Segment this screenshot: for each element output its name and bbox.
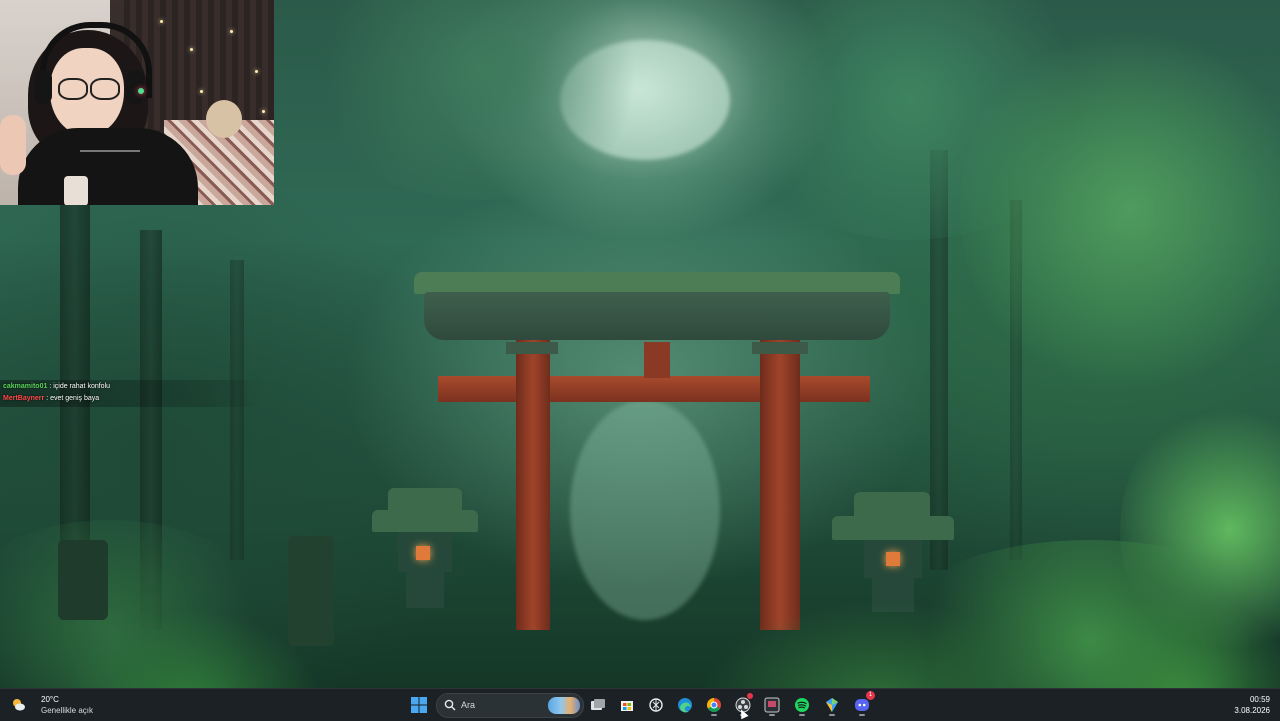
active-indicator: [859, 714, 865, 716]
search-placeholder: Ara: [461, 700, 476, 710]
discord-badge: 1: [866, 691, 875, 700]
search-icon: [444, 699, 456, 711]
weather-widget[interactable]: 20°C Genellikle açık: [8, 692, 118, 718]
clock-time: 00:59: [1249, 695, 1270, 704]
cup: [64, 176, 88, 205]
weather-description: Genellikle açık: [41, 706, 94, 715]
bluestacks-icon: [826, 698, 838, 712]
torii-moss-roof: [414, 272, 900, 294]
bluestacks-button[interactable]: [820, 693, 844, 717]
torii-nuki: [438, 376, 870, 402]
tree-canopy: [300, 0, 660, 200]
edge-icon: [678, 698, 692, 713]
chat-message: cakmamito01 : içide rahat konfolu: [0, 381, 266, 393]
torii-pillar-right: [760, 340, 800, 630]
spotify-button[interactable]: [790, 693, 814, 717]
chrome-icon: [707, 698, 721, 712]
torii-pillar-left: [516, 340, 550, 630]
chat-username: cakmamito01: [3, 383, 48, 390]
chat-text: : evet geniş baya: [46, 395, 100, 402]
active-indicator: [829, 714, 835, 716]
tree-canopy: [960, 20, 1280, 400]
partly-sunny-icon: [13, 699, 25, 711]
stone-lantern-left: [372, 488, 478, 608]
streamer-shirt: [18, 128, 198, 205]
torii-gakuzuka: [644, 342, 670, 378]
app-button[interactable]: [760, 693, 784, 717]
notification-dot: [747, 693, 753, 699]
task-view-button[interactable]: [586, 693, 610, 717]
fog-path: [570, 400, 720, 620]
chrome-button[interactable]: [702, 693, 726, 717]
windows-logo-icon: [411, 697, 427, 713]
start-button[interactable]: [407, 693, 431, 717]
torii-pillar-cap: [506, 342, 558, 354]
active-indicator: [769, 714, 775, 716]
chat-text: : içide rahat konfolu: [49, 383, 111, 390]
active-indicator: [711, 714, 717, 716]
chat-username: MertBaynerr: [3, 395, 45, 402]
weather-temperature: 20°C: [41, 695, 59, 704]
discord-button[interactable]: 1: [850, 691, 875, 717]
torii-kasagi: [424, 292, 890, 340]
tree-stump: [58, 540, 108, 620]
chat-overlay: cakmamito01 : içide rahat konfolu MertBa…: [0, 380, 266, 407]
teddy-bear: [206, 100, 242, 138]
stone-lantern-right: [832, 492, 954, 612]
clock-date: 3.08.2026: [1234, 706, 1270, 715]
spotify-icon: [795, 698, 809, 712]
torii-pillar-cap: [752, 342, 808, 354]
chatgpt-button[interactable]: [644, 693, 668, 717]
edge-button[interactable]: [673, 693, 697, 717]
system-clock[interactable]: 00:59 3.08.2026: [1234, 694, 1270, 716]
webcam-overlay: [0, 0, 274, 205]
openai-icon: [649, 698, 663, 712]
store-button[interactable]: [615, 693, 639, 717]
task-view-icon: [591, 699, 605, 710]
search-input[interactable]: Ara: [436, 693, 584, 718]
active-indicator: [799, 714, 805, 716]
fern: [60, 610, 320, 688]
media-app-icon: [764, 697, 780, 713]
taskbar: 20°C Genellikle açık Ara 1 00:59 3.08.20…: [0, 688, 1280, 721]
streamer-hand: [0, 115, 26, 175]
tree-trunk: [230, 260, 244, 560]
microsoft-store-icon: [621, 701, 633, 711]
chat-message: MertBaynerr : evet geniş baya: [0, 393, 266, 405]
search-highlight-icon[interactable]: [548, 697, 580, 714]
